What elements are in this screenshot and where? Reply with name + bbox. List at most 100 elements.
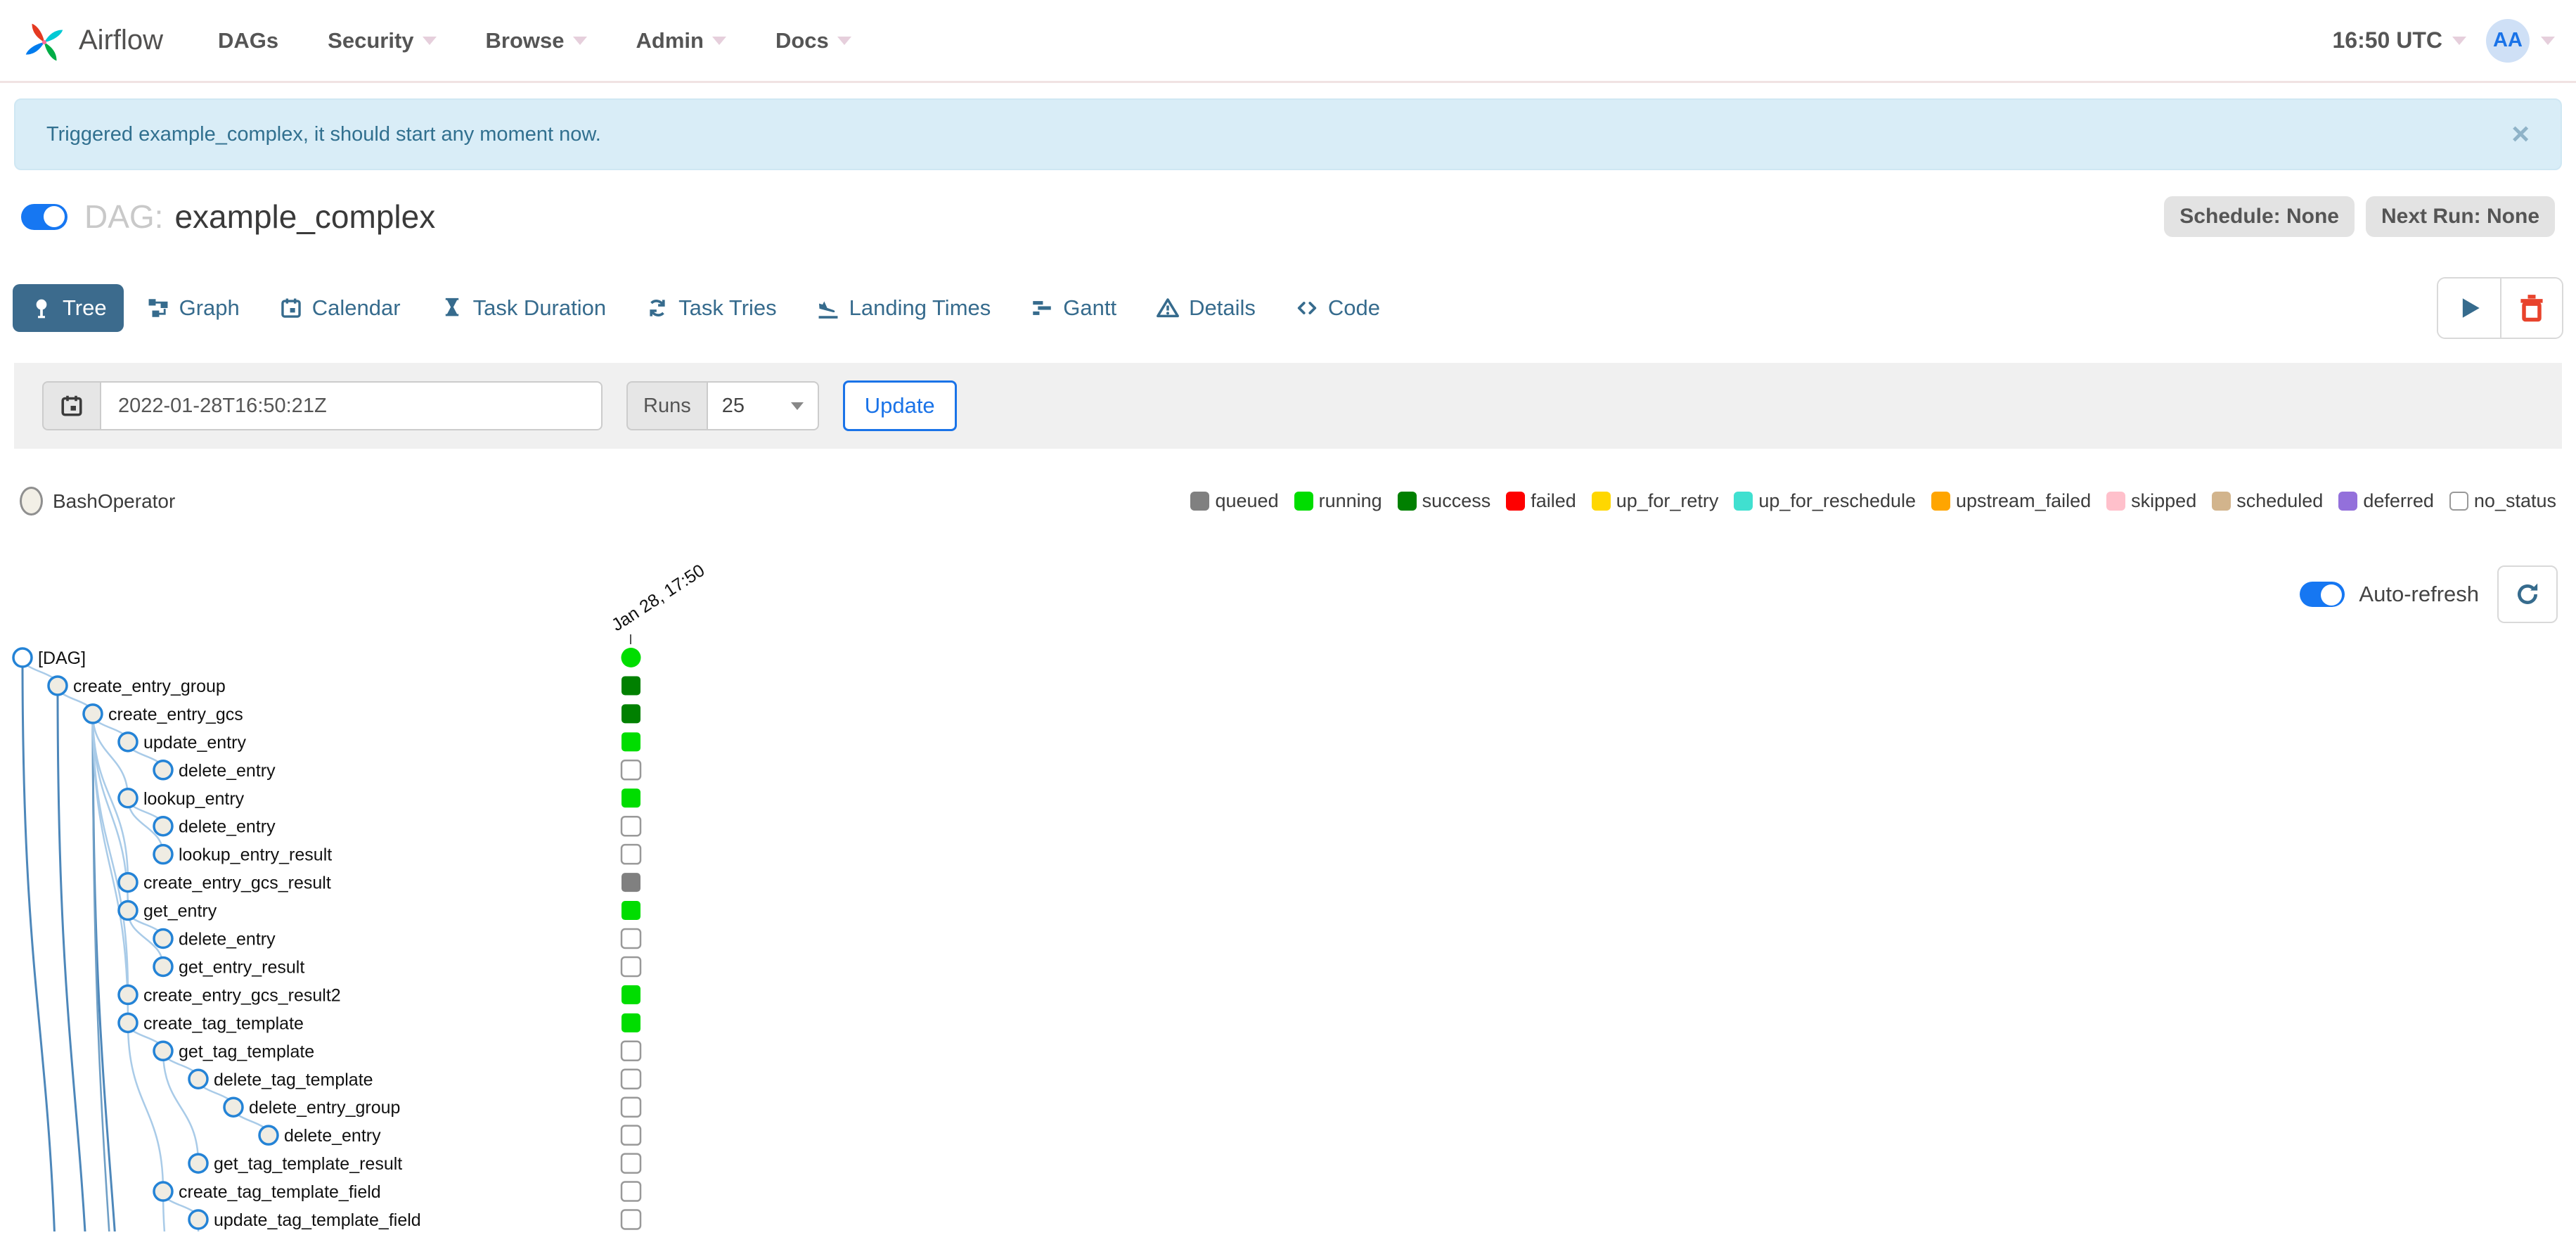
nav-item-dags[interactable]: DAGs [218, 28, 278, 53]
task-node[interactable] [188, 1068, 209, 1089]
tab-details[interactable]: Details [1139, 284, 1273, 332]
task-label: create_entry_gcs_result2 [143, 985, 341, 1005]
airflow-brand[interactable]: Airflow [21, 18, 163, 64]
task-status-square[interactable] [620, 956, 642, 978]
tab-label: Gantt [1063, 295, 1117, 320]
task-node[interactable] [117, 788, 139, 809]
task-status-square[interactable] [620, 1068, 642, 1089]
status-chip-up_for_retry [1591, 492, 1611, 511]
status-chip-up_for_reschedule [1734, 492, 1753, 511]
gantt-bars-icon [1033, 301, 1052, 315]
tab-calendar[interactable]: Calendar [262, 284, 418, 332]
task-label: [DAG] [38, 648, 86, 668]
task-status-square[interactable] [622, 676, 640, 696]
trigger-dag-button[interactable] [2438, 279, 2500, 338]
task-node[interactable] [153, 843, 174, 865]
task-node[interactable] [223, 1096, 244, 1118]
task-label: get_tag_template_result [214, 1154, 402, 1174]
task-node[interactable] [117, 871, 139, 893]
task-status-square[interactable] [622, 1013, 640, 1032]
caret-down-icon [572, 36, 587, 45]
status-label: scheduled [2236, 490, 2324, 511]
legend-status-failed: failed [1506, 490, 1576, 512]
legend-status-success: success [1397, 490, 1490, 512]
refresh-button[interactable] [2497, 565, 2558, 623]
nav-item-docs[interactable]: Docs [775, 28, 851, 53]
task-status-square[interactable] [620, 1125, 642, 1146]
task-status-square[interactable] [620, 760, 642, 781]
task-node[interactable] [12, 647, 33, 668]
task-node[interactable] [153, 815, 174, 837]
task-node[interactable] [117, 900, 139, 921]
navbar: Airflow DAGs Security Browse Admin Docs 16:5… [0, 0, 2576, 83]
task-status-square[interactable] [620, 1181, 642, 1202]
task-status-square[interactable] [620, 1209, 642, 1230]
dag-actions [2437, 277, 2563, 339]
task-status-square[interactable] [622, 732, 640, 752]
task-status-square[interactable] [620, 815, 642, 837]
chevron-down-icon [790, 402, 804, 410]
task-node[interactable] [188, 1153, 209, 1174]
tab-code[interactable]: Code [1278, 284, 1397, 332]
tab-label: Calendar [311, 295, 401, 320]
task-node[interactable] [153, 1181, 174, 1202]
calendar-icon [61, 395, 82, 416]
tree-edge-offscreen [21, 657, 56, 1235]
task-node[interactable] [153, 760, 174, 781]
nav-item-admin[interactable]: Admin [636, 28, 726, 53]
tab-task-duration[interactable]: Task Duration [423, 284, 624, 332]
delete-dag-button[interactable] [2500, 279, 2562, 338]
tab-label: Graph [179, 295, 240, 320]
update-button[interactable]: Update [842, 380, 957, 431]
dag-header: DAG: example_complex Schedule: None Next… [0, 170, 2576, 263]
task-node[interactable] [153, 1040, 174, 1062]
alert-text: Triggered example_complex, it should sta… [46, 122, 601, 146]
task-node[interactable] [82, 703, 103, 724]
tab-tree[interactable]: Tree [13, 284, 124, 332]
autorefresh-controls: Auto-refresh [2300, 565, 2558, 623]
task-node[interactable] [117, 1012, 139, 1034]
tab-graph[interactable]: Graph [129, 284, 257, 332]
task-status-square[interactable] [620, 843, 642, 865]
task-status-square[interactable] [622, 873, 640, 892]
tab-label: Details [1189, 295, 1256, 320]
status-legend: queued running success failed up_for_retry up… [1190, 490, 2556, 512]
task-node[interactable] [153, 928, 174, 949]
task-status-square[interactable] [622, 788, 640, 808]
code-brackets-icon [1297, 302, 1317, 314]
task-status-square[interactable] [620, 1096, 642, 1118]
task-node[interactable] [117, 731, 139, 753]
task-label: update_entry [143, 733, 246, 753]
close-icon[interactable]: × [2511, 119, 2530, 150]
nav-item-security[interactable]: Security [328, 28, 437, 53]
task-node[interactable] [153, 956, 174, 978]
task-label: get_entry_result [179, 957, 304, 977]
hourglass-icon [445, 297, 458, 316]
clock-menu[interactable]: 16:50 UTC [2333, 27, 2466, 53]
run-column-header: Jan 28, 17:50 [608, 561, 708, 635]
task-status-square[interactable] [622, 704, 640, 724]
task-status-square[interactable] [622, 901, 640, 921]
task-label: create_entry_gcs [108, 705, 243, 724]
tab-landing-times[interactable]: Landing Times [799, 284, 1008, 332]
tab-task-tries[interactable]: Task Tries [629, 284, 794, 332]
task-status-square[interactable] [620, 928, 642, 949]
num-runs-select[interactable]: 25 [706, 381, 819, 430]
dag-pause-toggle[interactable] [21, 203, 67, 230]
task-node[interactable] [117, 984, 139, 1006]
trash-icon [2520, 295, 2543, 322]
tree-edge-offscreen [56, 685, 86, 1235]
autorefresh-toggle[interactable] [2300, 582, 2345, 607]
task-node[interactable] [47, 675, 68, 696]
task-status-square[interactable] [620, 1153, 642, 1174]
task-node[interactable] [188, 1209, 209, 1230]
task-label: create_tag_template_field [179, 1182, 381, 1202]
dagrun-status-circle[interactable] [621, 648, 641, 667]
task-node[interactable] [258, 1125, 279, 1146]
user-menu[interactable]: AA [2486, 18, 2555, 63]
base-date-input[interactable] [100, 381, 603, 430]
nav-item-browse[interactable]: Browse [486, 28, 587, 53]
task-status-square[interactable] [620, 1040, 642, 1062]
tab-gantt[interactable]: Gantt [1013, 284, 1133, 332]
task-status-square[interactable] [622, 985, 640, 1004]
